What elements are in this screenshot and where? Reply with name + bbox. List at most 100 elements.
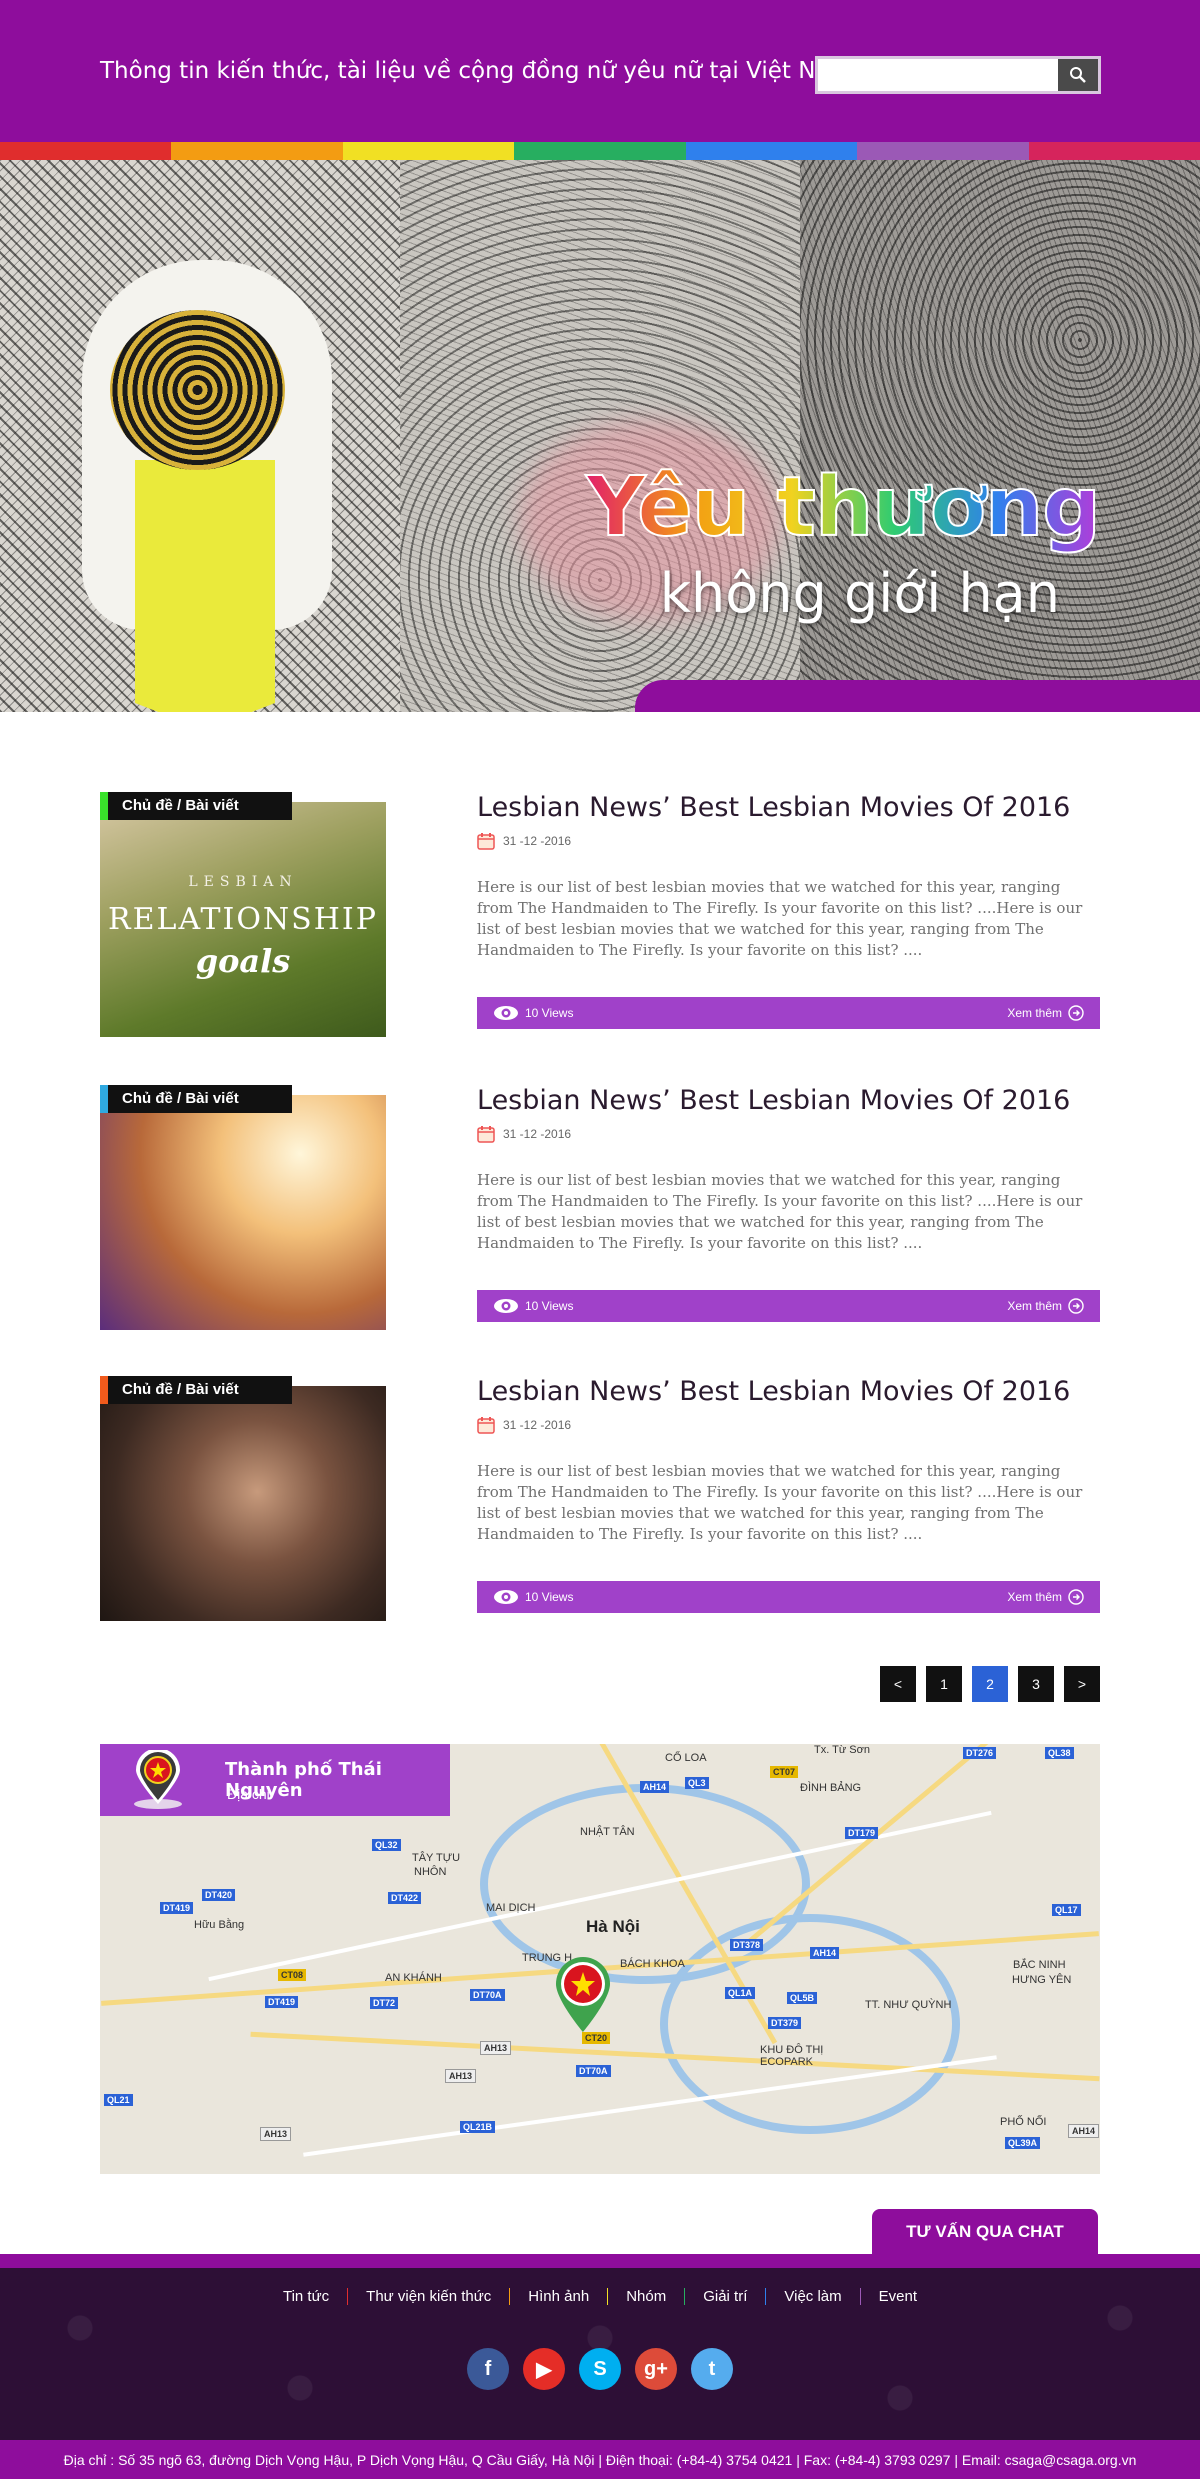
map-place-label: Tx. Từ Sơn: [814, 1744, 870, 1756]
article-date: 31 -12 -2016: [477, 1416, 571, 1434]
page-button-1[interactable]: 1: [926, 1666, 962, 1702]
map-place-label: NHẬT TÂN: [580, 1826, 635, 1838]
footer-nav-link[interactable]: Hình ảnh: [509, 2288, 607, 2305]
article-date: 31 -12 -2016: [477, 832, 571, 850]
article-title[interactable]: Lesbian News’ Best Lesbian Movies Of 201…: [477, 1085, 1070, 1116]
map-road-tag: QL32: [372, 1839, 401, 1851]
article-date-text: 31 -12 -2016: [503, 1127, 572, 1141]
footer-nav-link[interactable]: Nhóm: [607, 2288, 684, 2305]
article-date-text: 31 -12 -2016: [503, 834, 572, 848]
map-road-tag: DT419: [160, 1902, 194, 1914]
rainbow-strip: [0, 142, 1200, 160]
read-more-link[interactable]: Xem thêm: [1007, 1298, 1084, 1314]
skype-icon[interactable]: S: [579, 2348, 621, 2390]
map-road-tag: DT70A: [470, 1989, 505, 2001]
map-place-label: TT. NHƯ QUỲNH: [865, 1999, 952, 2011]
map-road-tag: DT179: [845, 1827, 879, 1839]
article-list: Chủ đề / Bài viết LESBIAN RELATIONSHIP g…: [0, 712, 1200, 1744]
map-road-tag: DT422: [388, 1892, 422, 1904]
search-box: [815, 56, 1101, 94]
page-button-3[interactable]: 3: [1018, 1666, 1054, 1702]
map-road-tag: QL3: [685, 1777, 709, 1789]
article-excerpt: Here is our list of best lesbian movies …: [477, 1462, 1083, 1543]
google-plus-icon[interactable]: g+: [635, 2348, 677, 2390]
footer-nav-link[interactable]: Event: [859, 2288, 935, 2305]
read-more-text: Xem thêm: [1007, 1006, 1062, 1020]
map-road-tag: QL38: [1045, 1747, 1074, 1759]
footer-nav-link[interactable]: Tin tức: [265, 2288, 347, 2305]
article-card: Chủ đề / Bài viết Lesbian News’ Best Les…: [100, 1085, 1100, 1330]
article-excerpt: Here is our list of best lesbian movies …: [477, 878, 1083, 959]
calendar-icon: [477, 833, 495, 850]
site-footer: Tin tức Thư viện kiến thức Hình ảnh Nhóm Giả…: [0, 2268, 1200, 2440]
rainbow-segment: [342, 142, 515, 160]
map-road-tag: AH14: [1068, 2124, 1100, 2138]
map-place-label: KHU ĐÔ THỊ ECOPARK: [760, 2044, 824, 2068]
map-road-tag: DT419: [265, 1996, 299, 2008]
prev-page-button[interactable]: <: [880, 1666, 916, 1702]
article-title[interactable]: Lesbian News’ Best Lesbian Movies Of 201…: [477, 1376, 1070, 1407]
article-thumbnail[interactable]: [100, 1095, 386, 1330]
footer-nav-link[interactable]: Việc làm: [765, 2288, 859, 2305]
views-count: 10 Views: [493, 1298, 573, 1314]
hero-flower-center: [110, 310, 285, 470]
article-thumbnail[interactable]: LESBIAN RELATIONSHIP goals: [100, 802, 386, 1037]
twitter-icon[interactable]: t: [691, 2348, 733, 2390]
map-place-label: Hữu Bằng: [194, 1919, 245, 1931]
category-accent: [100, 1085, 108, 1113]
map-place-label: CỔ LOA: [665, 1752, 707, 1764]
article-image: LESBIAN RELATIONSHIP goals: [100, 802, 386, 1037]
map-place-label: TÂY TỰU: [412, 1852, 461, 1864]
article-meta-bar: 10 Views Xem thêm: [477, 1581, 1100, 1613]
footer-address: Địa chỉ : Số 35 ngõ 63, đường Dịch Vọng …: [0, 2440, 1200, 2479]
category-tag[interactable]: Chủ đề / Bài viết: [100, 1085, 292, 1113]
arrow-circle-icon: [1068, 1298, 1084, 1314]
map-place-label: AN KHÁNH: [385, 1972, 442, 1984]
map-location-pin[interactable]: [552, 1956, 614, 2039]
article-card: Chủ đề / Bài viết LESBIAN RELATIONSHIP g…: [100, 792, 1100, 1037]
youtube-icon[interactable]: ▶: [523, 2348, 565, 2390]
footer-nav-link[interactable]: Giải trí: [684, 2288, 765, 2305]
page-button-2[interactable]: 2: [972, 1666, 1008, 1702]
map-road-tag: AH13: [260, 2127, 292, 2141]
category-tag[interactable]: Chủ đề / Bài viết: [100, 1376, 292, 1404]
category-label: Chủ đề / Bài viết: [122, 1381, 239, 1398]
footer-top-strip: [0, 2254, 1200, 2268]
search-input[interactable]: [818, 59, 1058, 91]
chat-consult-button[interactable]: TƯ VẤN QUA CHAT: [872, 2209, 1098, 2254]
search-button[interactable]: [1058, 59, 1098, 91]
map-road-tag: QL21B: [460, 2121, 496, 2133]
read-more-text: Xem thêm: [1007, 1299, 1062, 1313]
map-road-tag: QL5B: [787, 1992, 818, 2004]
map-place-label: NHÔN: [414, 1866, 447, 1878]
next-page-button[interactable]: >: [1064, 1666, 1100, 1702]
footer-nav-link[interactable]: Thư viện kiến thức: [347, 2288, 509, 2305]
hero-artwork-right: [800, 160, 1200, 712]
map-road-tag: DT72: [370, 1997, 399, 2009]
category-tag[interactable]: Chủ đề / Bài viết: [100, 792, 292, 820]
location-card: Thành phố Thái Nguyên Địa chỉ: [100, 1744, 450, 1816]
views-text: 10 Views: [525, 1590, 574, 1604]
rainbow-segment: [171, 142, 343, 160]
read-more-link[interactable]: Xem thêm: [1007, 1005, 1084, 1021]
map-road-tag: DT276: [963, 1747, 997, 1759]
article-date: 31 -12 -2016: [477, 1125, 571, 1143]
map-road-tag: DT70A: [576, 2065, 611, 2077]
image-text-main: RELATIONSHIP: [108, 902, 378, 937]
article-thumbnail[interactable]: [100, 1386, 386, 1621]
article-meta-bar: 10 Views Xem thêm: [477, 997, 1100, 1029]
site-header: Thông tin kiến thức, tài liệu về cộng đồ…: [0, 0, 1200, 142]
map-center-label: Hà Nội: [586, 1917, 640, 1936]
article-title[interactable]: Lesbian News’ Best Lesbian Movies Of 201…: [477, 792, 1070, 823]
hero-bottom-tab: [635, 680, 1200, 712]
map-road-tag: CT07: [770, 1766, 799, 1778]
read-more-link[interactable]: Xem thêm: [1007, 1589, 1084, 1605]
map-place-label: ĐÌNH BẢNG: [800, 1782, 862, 1794]
rainbow-segment: [0, 142, 172, 160]
location-map[interactable]: Hà Nội Tx. Từ Sơn CỔ LOA ĐÌNH BẢNG NHẬT …: [100, 1744, 1100, 2174]
article-date-text: 31 -12 -2016: [503, 1418, 572, 1432]
article-card: Chủ đề / Bài viết Lesbian News’ Best Les…: [100, 1376, 1100, 1621]
facebook-icon[interactable]: f: [467, 2348, 509, 2390]
map-place-label: BÁCH KHOA: [620, 1958, 685, 1970]
map-road-tag: QL39A: [1005, 2137, 1041, 2149]
